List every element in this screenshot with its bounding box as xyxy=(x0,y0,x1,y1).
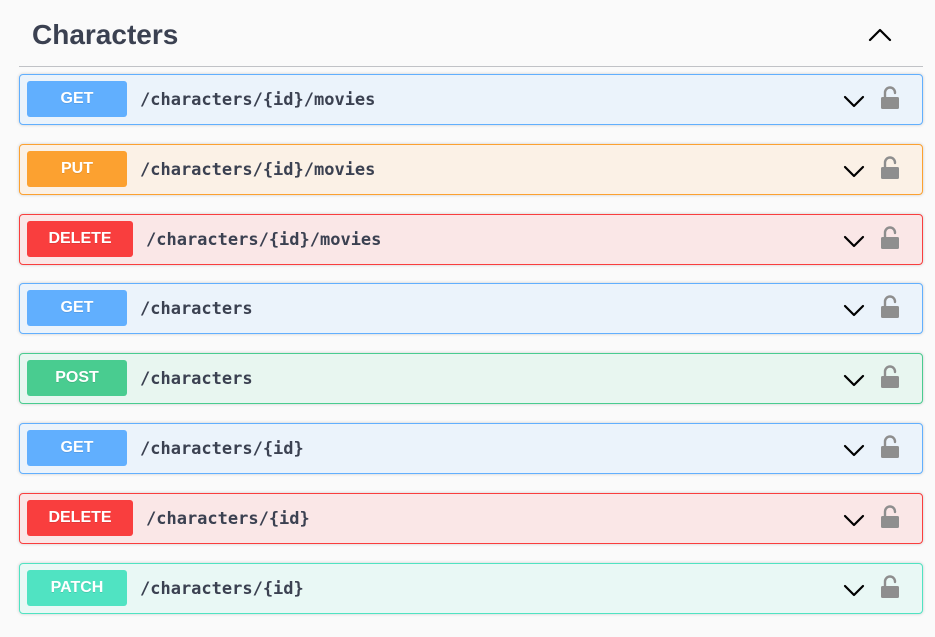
lock-open-icon[interactable] xyxy=(879,574,901,599)
lock-open-icon[interactable] xyxy=(879,86,901,110)
chevron-down-icon[interactable] xyxy=(843,579,865,601)
operation-patch-characters-id[interactable]: PATCH /characters/{id} xyxy=(19,562,923,614)
operations-list: GET /characters/{id}/movies PUT /charact… xyxy=(19,74,923,632)
chevron-down-icon[interactable] xyxy=(843,369,865,391)
chevron-down-icon[interactable] xyxy=(843,439,865,461)
operation-post-characters[interactable]: POST /characters xyxy=(19,353,923,405)
operation-delete-characters-id-movies[interactable]: DELETE /characters/{id}/movies xyxy=(19,213,923,265)
method-badge: GET xyxy=(27,429,127,466)
chevron-down-icon[interactable] xyxy=(843,90,865,112)
operation-get-characters-id[interactable]: GET /characters/{id} xyxy=(19,422,923,474)
lock-open-icon[interactable] xyxy=(879,295,901,319)
operation-path: /characters xyxy=(140,299,253,320)
method-badge: DELETE xyxy=(27,220,133,257)
operation-delete-characters-id[interactable]: DELETE /characters/{id} xyxy=(19,492,923,544)
lock-open-icon[interactable] xyxy=(879,156,901,180)
chevron-down-icon[interactable] xyxy=(843,230,865,252)
characters-section: Characters GET /characters/{id}/movies P… xyxy=(19,0,923,614)
method-badge: DELETE xyxy=(27,499,133,536)
operation-get-characters-id-movies[interactable]: GET /characters/{id}/movies xyxy=(19,74,923,125)
operation-path: /characters/{id}/movies xyxy=(140,90,376,110)
method-badge: PUT xyxy=(27,150,127,187)
chevron-down-icon[interactable] xyxy=(843,509,865,531)
operation-path: /characters/{id}/movies xyxy=(146,229,382,250)
section-header[interactable]: Characters xyxy=(19,0,923,67)
operation-get-characters[interactable]: GET /characters xyxy=(19,283,923,335)
method-badge: GET xyxy=(27,290,127,327)
operation-path: /characters/{id}/movies xyxy=(140,159,376,180)
lock-open-icon[interactable] xyxy=(879,505,901,529)
operation-path: /characters/{id} xyxy=(140,578,304,599)
operation-path: /characters/{id} xyxy=(146,508,310,529)
operation-put-characters-id-movies[interactable]: PUT /characters/{id}/movies xyxy=(19,143,923,195)
chevron-up-icon[interactable] xyxy=(867,22,893,48)
operation-path: /characters/{id} xyxy=(140,438,304,459)
lock-open-icon[interactable] xyxy=(879,225,901,250)
lock-open-icon[interactable] xyxy=(879,435,901,459)
chevron-down-icon[interactable] xyxy=(843,160,865,182)
lock-open-icon[interactable] xyxy=(879,365,901,389)
chevron-down-icon[interactable] xyxy=(843,299,865,321)
method-badge: PATCH xyxy=(27,569,127,606)
operation-path: /characters xyxy=(140,369,253,390)
method-badge: POST xyxy=(27,360,127,397)
section-title: Characters xyxy=(32,19,179,50)
method-badge: GET xyxy=(27,81,127,117)
